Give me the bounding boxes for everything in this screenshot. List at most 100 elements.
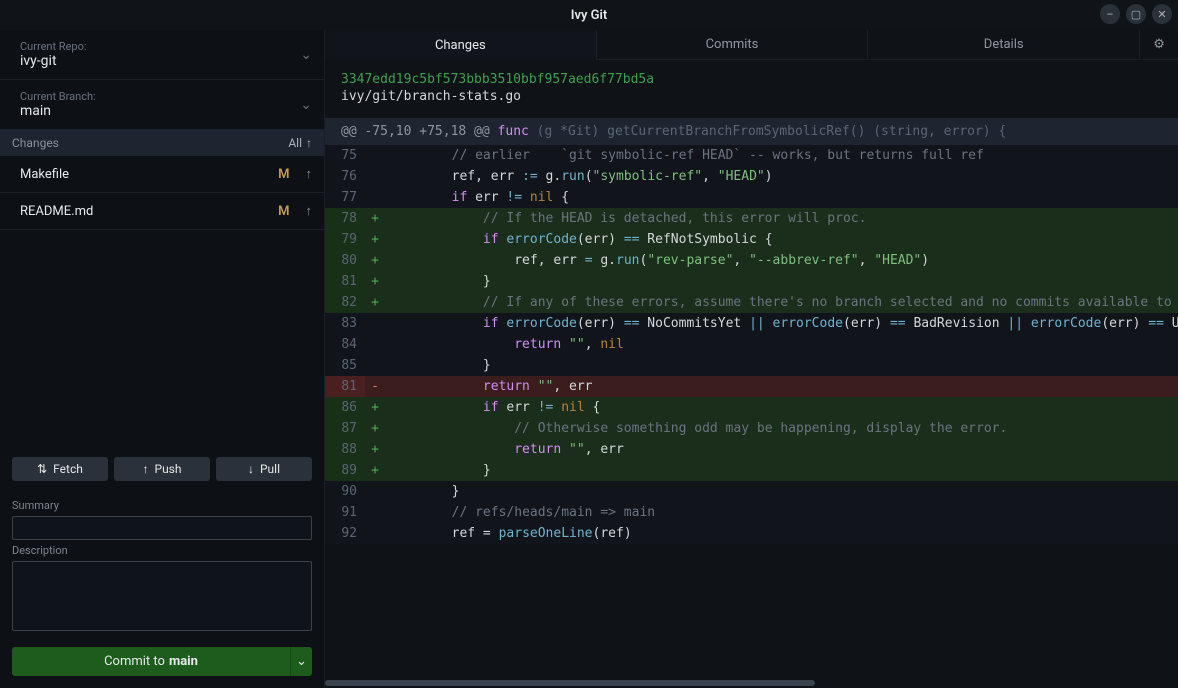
code-content: if err != nil { bbox=[385, 397, 1178, 418]
fetch-icon: ⇅ bbox=[37, 462, 47, 476]
horizontal-scrollbar[interactable] bbox=[325, 678, 1178, 688]
current-repo-selector[interactable]: Current Repo: ivy-git ⌄ bbox=[0, 30, 324, 80]
diff-line: 88+ return "", err bbox=[325, 439, 1178, 460]
code-content: return "", nil bbox=[385, 334, 1178, 355]
line-number: 77 bbox=[325, 187, 365, 208]
stage-file-icon[interactable]: ↑ bbox=[306, 166, 313, 182]
changed-files-list: MakefileM↑README.mdM↑ bbox=[0, 156, 324, 230]
chevron-down-icon: ⌄ bbox=[296, 654, 307, 669]
tab-bar: Changes Commits Details ⚙ bbox=[325, 30, 1178, 60]
code-content: // earlier `git symbolic-ref HEAD` -- wo… bbox=[385, 145, 1178, 166]
diff-line: 92 ref = parseOneLine(ref) bbox=[325, 523, 1178, 544]
line-number: 81 bbox=[325, 376, 365, 397]
code-content: } bbox=[385, 481, 1178, 502]
summary-input[interactable] bbox=[12, 516, 312, 540]
diff-marker: + bbox=[365, 460, 385, 481]
line-number: 80 bbox=[325, 250, 365, 271]
diff-line: 87+ // Otherwise something odd may be ha… bbox=[325, 418, 1178, 439]
line-number: 78 bbox=[325, 208, 365, 229]
diff-marker bbox=[365, 187, 385, 208]
app-title: Ivy Git bbox=[571, 8, 608, 23]
current-branch-selector[interactable]: Current Branch: main ⌄ bbox=[0, 80, 324, 130]
line-number: 75 bbox=[325, 145, 365, 166]
current-branch-value: main bbox=[20, 103, 96, 119]
line-number: 90 bbox=[325, 481, 365, 502]
diff-body[interactable]: 75 // earlier `git symbolic-ref HEAD` --… bbox=[325, 145, 1178, 678]
description-label: Description bbox=[12, 544, 312, 557]
push-button[interactable]: ↑ Push bbox=[114, 457, 210, 481]
file-name: Makefile bbox=[20, 167, 69, 182]
line-number: 82 bbox=[325, 292, 365, 313]
code-content: } bbox=[385, 271, 1178, 292]
diff-line: 91 // refs/heads/main => main bbox=[325, 502, 1178, 523]
scrollbar-thumb[interactable] bbox=[325, 680, 815, 686]
current-branch-label: Current Branch: bbox=[20, 90, 96, 103]
diff-line: 84 return "", nil bbox=[325, 334, 1178, 355]
diff-line: 75 // earlier `git symbolic-ref HEAD` --… bbox=[325, 145, 1178, 166]
diff-line: 76 ref, err := g.run("symbolic-ref", "HE… bbox=[325, 166, 1178, 187]
push-icon: ↑ bbox=[143, 462, 149, 476]
file-status-letter: M bbox=[278, 204, 289, 219]
close-button[interactable]: ✕ bbox=[1152, 4, 1172, 24]
diff-marker: + bbox=[365, 271, 385, 292]
code-content: } bbox=[385, 355, 1178, 376]
line-number: 85 bbox=[325, 355, 365, 376]
description-input[interactable] bbox=[12, 561, 312, 631]
diff-marker bbox=[365, 523, 385, 544]
minimize-button[interactable]: – bbox=[1100, 4, 1120, 24]
line-number: 81 bbox=[325, 271, 365, 292]
summary-label: Summary bbox=[12, 499, 312, 512]
diff-file-path: ivy/git/branch-stats.go bbox=[341, 89, 1162, 104]
diff-marker bbox=[365, 145, 385, 166]
current-repo-value: ivy-git bbox=[20, 53, 87, 69]
maximize-button[interactable]: ▢ bbox=[1126, 4, 1146, 24]
diff-line: 77 if err != nil { bbox=[325, 187, 1178, 208]
code-content: // refs/heads/main => main bbox=[385, 502, 1178, 523]
diff-line: 78+ // If the HEAD is detached, this err… bbox=[325, 208, 1178, 229]
diff-line: 81- return "", err bbox=[325, 376, 1178, 397]
diff-marker: + bbox=[365, 292, 385, 313]
diff-marker: - bbox=[365, 376, 385, 397]
arrow-up-icon: ↑ bbox=[306, 136, 312, 150]
tab-details[interactable]: Details bbox=[868, 30, 1140, 60]
diff-marker bbox=[365, 481, 385, 502]
diff-line: 80+ ref, err = g.run("rev-parse", "--abb… bbox=[325, 250, 1178, 271]
diff-marker bbox=[365, 355, 385, 376]
code-content: if err != nil { bbox=[385, 187, 1178, 208]
diff-marker bbox=[365, 166, 385, 187]
line-number: 76 bbox=[325, 166, 365, 187]
diff-marker: + bbox=[365, 250, 385, 271]
code-content: if errorCode(err) == NoCommitsYet || err… bbox=[385, 313, 1178, 334]
tab-commits[interactable]: Commits bbox=[597, 30, 869, 60]
code-content: ref, err := g.run("symbolic-ref", "HEAD"… bbox=[385, 166, 1178, 187]
line-number: 92 bbox=[325, 523, 365, 544]
changed-file-item[interactable]: Makefile M ↑ bbox=[0, 156, 324, 193]
diff-marker bbox=[365, 313, 385, 334]
code-content: return "", err bbox=[385, 439, 1178, 460]
diff-marker: + bbox=[365, 397, 385, 418]
diff-line: 90 } bbox=[325, 481, 1178, 502]
diff-line: 82+ // If any of these errors, assume th… bbox=[325, 292, 1178, 313]
code-content: // If the HEAD is detached, this error w… bbox=[385, 208, 1178, 229]
commit-button[interactable]: Commit to main bbox=[12, 647, 290, 676]
file-status-letter: M bbox=[278, 167, 289, 182]
pull-icon: ↓ bbox=[248, 462, 254, 476]
code-content: // If any of these errors, assume there'… bbox=[385, 292, 1178, 313]
changes-heading: Changes bbox=[12, 136, 59, 150]
diff-marker: + bbox=[365, 229, 385, 250]
line-number: 83 bbox=[325, 313, 365, 334]
stage-all-button[interactable]: All ↑ bbox=[288, 136, 312, 150]
stage-file-icon[interactable]: ↑ bbox=[306, 203, 313, 219]
chevron-down-icon: ⌄ bbox=[300, 47, 312, 63]
tab-changes[interactable]: Changes bbox=[325, 30, 597, 60]
settings-button[interactable]: ⚙ bbox=[1140, 30, 1178, 60]
commit-options-button[interactable]: ⌄ bbox=[290, 647, 312, 676]
gear-icon: ⚙ bbox=[1153, 37, 1165, 52]
line-number: 86 bbox=[325, 397, 365, 418]
pull-button[interactable]: ↓ Pull bbox=[216, 457, 312, 481]
code-content: return "", err bbox=[385, 376, 1178, 397]
line-number: 84 bbox=[325, 334, 365, 355]
fetch-button[interactable]: ⇅ Fetch bbox=[12, 457, 108, 481]
changed-file-item[interactable]: README.mdM↑ bbox=[0, 193, 324, 230]
diff-marker: + bbox=[365, 208, 385, 229]
